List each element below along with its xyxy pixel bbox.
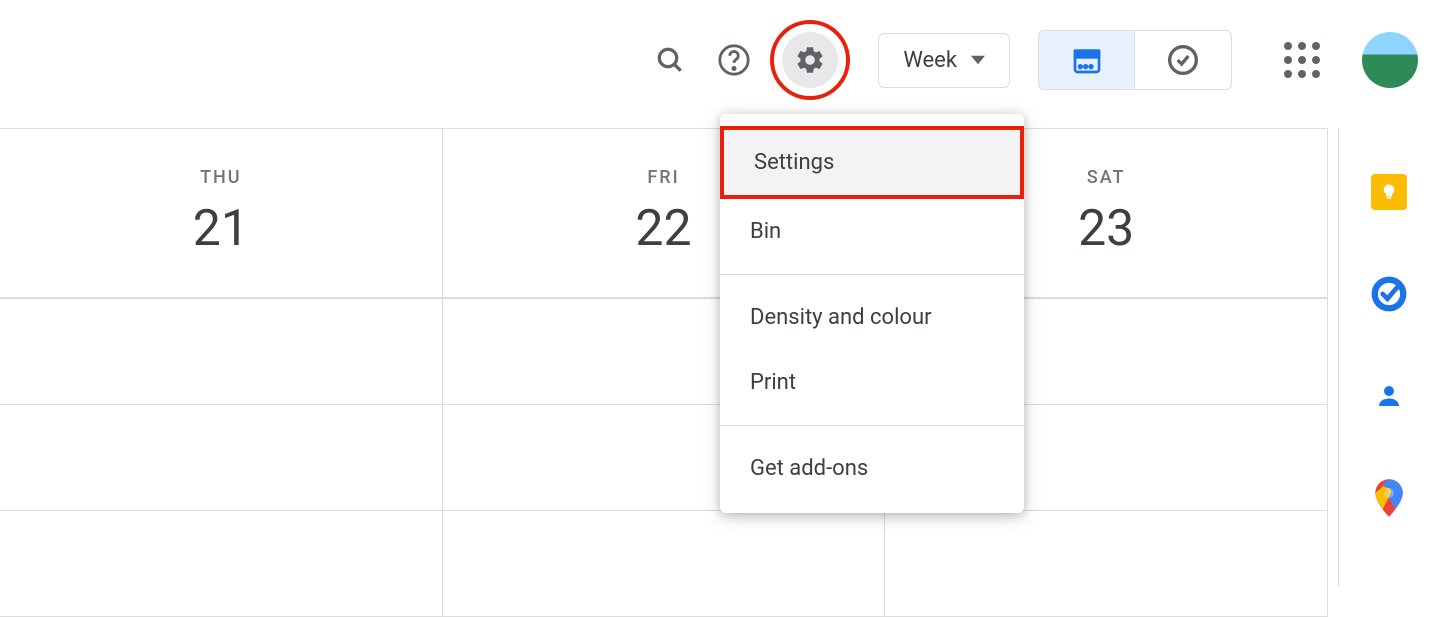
- maps-pin-icon: [1374, 479, 1404, 517]
- calendar-view-button[interactable]: [1039, 31, 1135, 89]
- help-icon[interactable]: [706, 32, 762, 88]
- gear-icon: [794, 44, 826, 76]
- day-column-thu[interactable]: THU 21: [0, 129, 443, 297]
- menu-item-density[interactable]: Density and colour: [720, 285, 1024, 350]
- check-circle-icon: [1167, 44, 1199, 76]
- calendar-cell[interactable]: [0, 299, 443, 404]
- calendar-icon: [1071, 44, 1103, 76]
- calendar-cell[interactable]: [885, 511, 1328, 616]
- maps-app-button[interactable]: [1369, 478, 1409, 518]
- menu-item-label: Density and colour: [750, 305, 932, 330]
- day-number: 22: [635, 200, 691, 258]
- day-name: THU: [200, 167, 242, 188]
- apps-grid-icon: [1284, 42, 1320, 78]
- settings-button[interactable]: [782, 32, 838, 88]
- view-mode-toggle: [1038, 30, 1232, 90]
- tasks-icon: [1370, 275, 1408, 313]
- tasks-app-button[interactable]: [1369, 274, 1409, 314]
- person-icon: [1374, 381, 1404, 411]
- menu-divider: [720, 274, 1024, 275]
- view-selector-label: Week: [903, 48, 957, 73]
- menu-item-addons[interactable]: Get add-ons: [720, 436, 1024, 501]
- settings-dropdown: Settings Bin Density and colour Print Ge…: [720, 114, 1024, 513]
- day-number: 23: [1078, 200, 1134, 258]
- day-number: 21: [193, 200, 249, 258]
- app-header: Week: [0, 0, 1438, 120]
- menu-divider: [720, 425, 1024, 426]
- menu-item-settings[interactable]: Settings: [720, 126, 1024, 199]
- settings-button-highlight: [770, 20, 850, 100]
- keep-icon: [1371, 174, 1407, 210]
- search-icon[interactable]: [642, 32, 698, 88]
- tasks-view-button[interactable]: [1135, 31, 1231, 89]
- calendar-grid: THU 21 FRI 22 SAT 23: [0, 128, 1328, 586]
- account-avatar[interactable]: [1362, 32, 1418, 88]
- calendar-cell[interactable]: [0, 511, 443, 616]
- time-row: [0, 299, 1328, 405]
- menu-item-label: Get add-ons: [750, 456, 868, 481]
- google-apps-button[interactable]: [1274, 32, 1330, 88]
- chevron-down-icon: [971, 53, 985, 67]
- side-panel: [1338, 128, 1438, 586]
- time-row: [0, 405, 1328, 511]
- menu-item-print[interactable]: Print: [720, 350, 1024, 415]
- day-name: SAT: [1087, 167, 1126, 188]
- day-header-row: THU 21 FRI 22 SAT 23: [0, 129, 1328, 299]
- contacts-app-button[interactable]: [1369, 376, 1409, 416]
- menu-item-bin[interactable]: Bin: [720, 199, 1024, 264]
- calendar-cell[interactable]: [0, 405, 443, 510]
- menu-item-label: Settings: [754, 150, 834, 175]
- calendar-cell[interactable]: [443, 511, 886, 616]
- menu-item-label: Bin: [750, 219, 781, 244]
- keep-app-button[interactable]: [1369, 172, 1409, 212]
- menu-item-label: Print: [750, 370, 796, 395]
- time-row: [0, 511, 1328, 617]
- day-name: FRI: [647, 167, 679, 188]
- view-selector[interactable]: Week: [878, 33, 1010, 88]
